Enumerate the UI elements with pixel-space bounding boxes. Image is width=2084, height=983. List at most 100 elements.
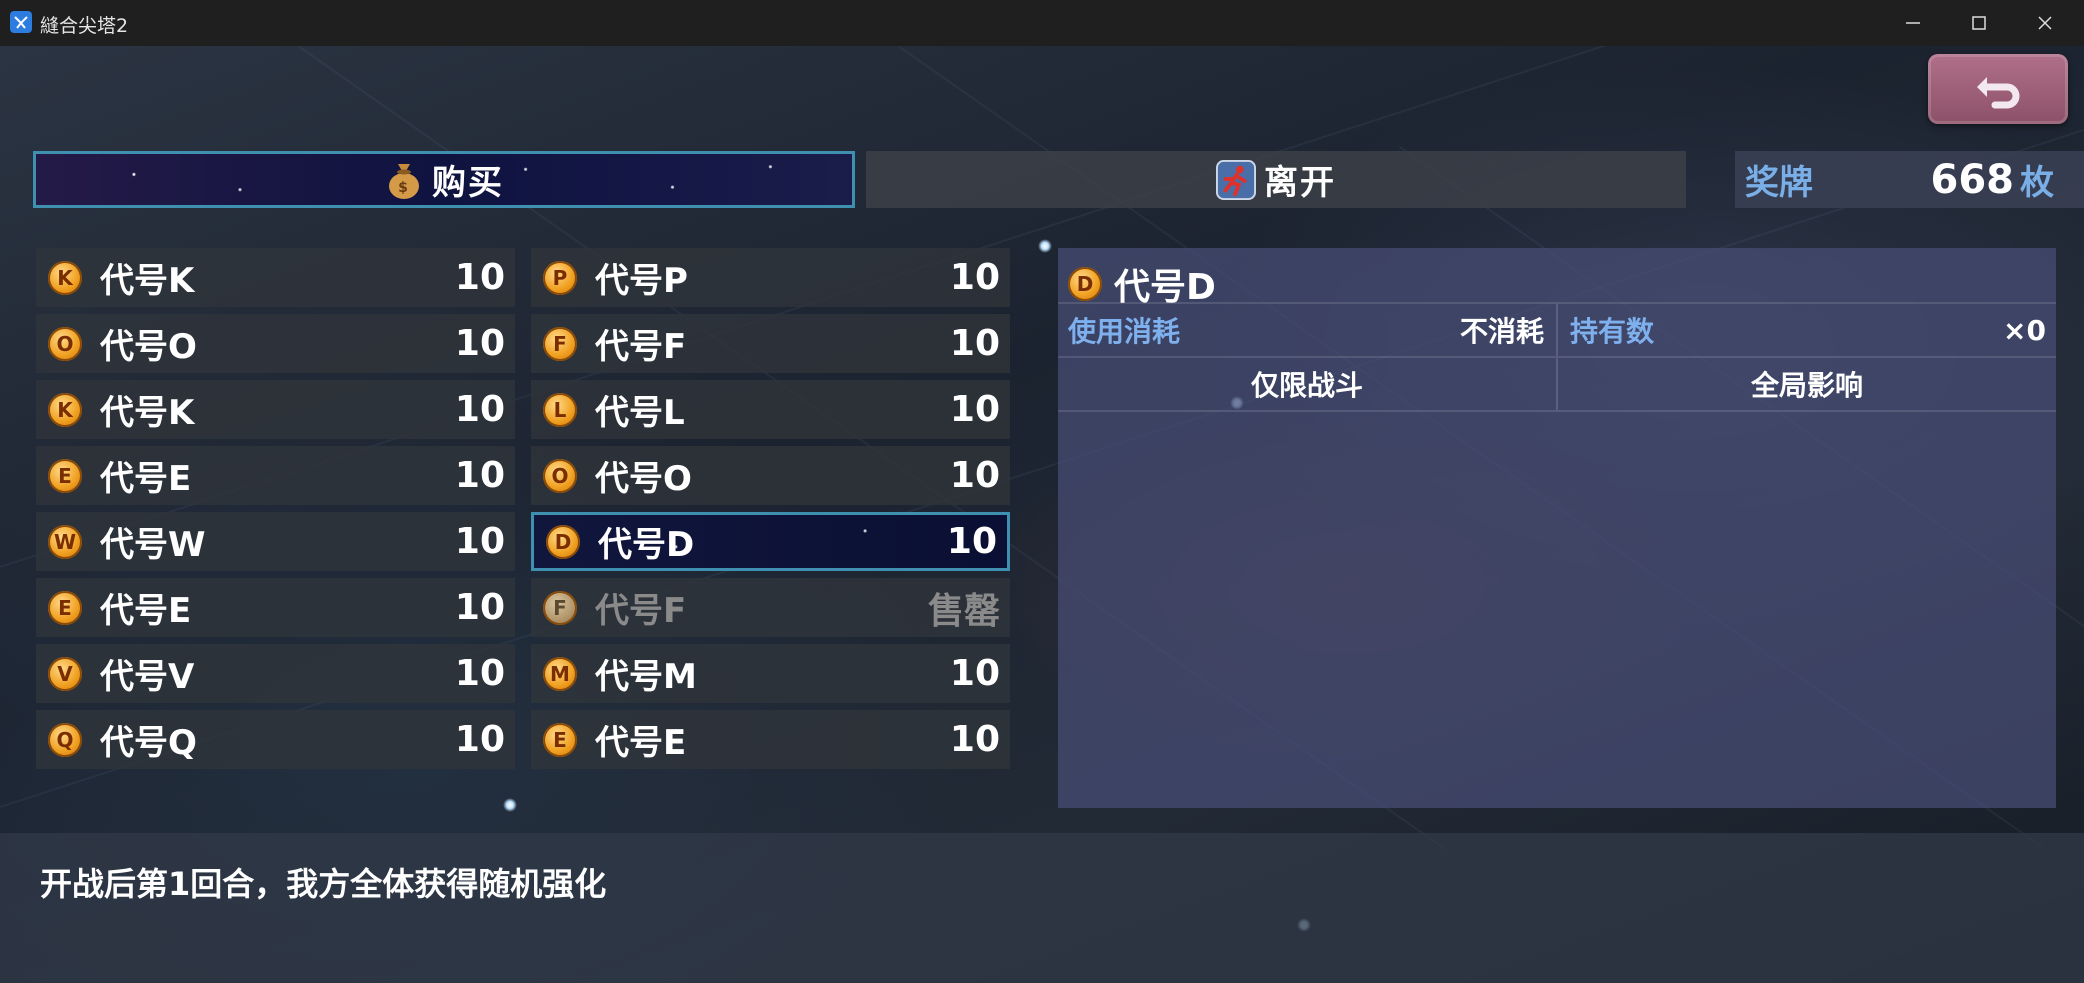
item-price: 10 (949, 455, 1000, 496)
coin-icon: E (48, 590, 82, 625)
shop-item[interactable]: M 代号M 10 (531, 644, 1010, 703)
item-name: 代号O (595, 459, 692, 499)
item-price: 10 (454, 257, 505, 298)
shop-item[interactable]: O 代号O 10 (36, 314, 515, 373)
item-name: 代号E (595, 723, 687, 763)
window-titlebar: 縫合尖塔2 (0, 0, 2084, 46)
coin-icon: O (543, 458, 577, 493)
leave-label: 离开 (1264, 163, 1336, 203)
coin-icon: L (543, 392, 577, 427)
running-man-icon (1216, 159, 1256, 200)
use-cost-value: 不消耗 (1459, 315, 1544, 348)
item-price: 10 (454, 455, 505, 496)
help-text: 开战后第1回合，我方全体获得随机强化 (40, 865, 607, 903)
glow-light (1038, 239, 1052, 253)
coin-icon: O (48, 326, 82, 361)
item-name: 代号W (100, 525, 206, 565)
item-price: 10 (949, 719, 1000, 760)
glow-light (503, 798, 517, 812)
window-title: 縫合尖塔2 (40, 15, 129, 37)
item-name: 代号F (595, 327, 687, 367)
medal-counter: 奖牌 668 枚 (1735, 151, 2084, 208)
shop-item-list: K 代号K 10 P 代号P 10 O 代号O 10 F 代号F 10 K 代号K 10 L 代号L 1… (36, 248, 1014, 774)
shop-item[interactable]: W 代号W 10 (36, 512, 515, 571)
maximize-button[interactable] (1946, 0, 2012, 46)
item-name: 代号E (100, 591, 192, 631)
item-price: 10 (949, 653, 1000, 694)
item-name: 代号Q (100, 723, 197, 763)
leave-command[interactable]: 离开 (866, 151, 1686, 208)
shop-item[interactable]: L 代号L 10 (531, 380, 1010, 439)
item-price: 10 (949, 257, 1000, 298)
owned-value: ×0 (2003, 313, 2046, 347)
app-icon (10, 11, 32, 33)
buy-label: 购买 (432, 163, 504, 203)
item-detail-panel: D 代号D 使用消耗 不消耗 持有数 ×0 仅限战斗 全局影响 (1058, 248, 2056, 808)
item-name: 代号K (100, 261, 195, 301)
item-price: 10 (454, 587, 505, 628)
shop-item[interactable]: E 代号E 10 (531, 710, 1010, 769)
shop-item[interactable]: O 代号O 10 (531, 446, 1010, 505)
minimize-icon (1906, 22, 1920, 24)
scope-text: 仅限战斗 (1250, 369, 1363, 402)
coin-icon: E (543, 722, 577, 757)
owned-label: 持有数 (1570, 315, 1655, 348)
medal-unit: 枚 (2020, 163, 2054, 203)
item-name: 代号D (598, 525, 695, 565)
item-price: 10 (454, 653, 505, 694)
shop-item[interactable]: D 代号D 10 (531, 512, 1010, 571)
return-arrow-icon (1977, 77, 2020, 109)
item-name: 代号E (100, 459, 192, 499)
item-price: 10 (454, 521, 505, 562)
item-name: 代号O (100, 327, 197, 367)
effect-range-text: 全局影响 (1750, 369, 1863, 402)
item-name: 代号L (595, 393, 685, 433)
shop-item[interactable]: F 代号F 售罄 (531, 578, 1010, 637)
close-icon (2038, 16, 2052, 30)
medal-label: 奖牌 (1745, 163, 1813, 203)
item-name: 代号P (595, 261, 688, 301)
close-button[interactable] (2012, 0, 2078, 46)
coin-icon: E (48, 458, 82, 493)
item-name: 代号V (100, 657, 195, 697)
coin-icon: W (48, 524, 82, 559)
back-button[interactable] (1928, 54, 2068, 124)
use-cost-label: 使用消耗 (1068, 315, 1181, 348)
item-name: 代号M (595, 657, 697, 697)
shop-item[interactable]: E 代号E 10 (36, 446, 515, 505)
shop-item[interactable]: K 代号K 10 (36, 248, 515, 307)
money-bag-icon: $ (384, 160, 424, 200)
coin-icon: D (1068, 267, 1102, 301)
buy-command[interactable]: $ 购买 (33, 151, 855, 208)
minimize-button[interactable] (1880, 0, 1946, 46)
help-window: 开战后第1回合，我方全体获得随机强化 (0, 833, 2084, 983)
coin-icon: F (543, 326, 577, 361)
coin-icon: K (48, 392, 82, 427)
coin-icon: Q (48, 722, 82, 757)
medal-value: 668 (1930, 156, 2015, 203)
coin-icon: V (48, 656, 82, 691)
item-price: 10 (946, 521, 997, 562)
item-price: 10 (949, 389, 1000, 430)
item-price: 售罄 (927, 590, 1000, 632)
coin-icon: M (543, 656, 577, 691)
item-price: 10 (454, 389, 505, 430)
item-name: 代号F (595, 591, 687, 631)
detail-row-stats: 使用消耗 不消耗 持有数 ×0 (1058, 302, 2056, 356)
svg-text:$: $ (398, 180, 410, 196)
shop-item[interactable]: P 代号P 10 (531, 248, 1010, 307)
coin-icon: D (546, 524, 580, 559)
shop-item[interactable]: Q 代号Q 10 (36, 710, 515, 769)
shop-item[interactable]: V 代号V 10 (36, 644, 515, 703)
item-price: 10 (454, 323, 505, 364)
item-price: 10 (949, 323, 1000, 364)
shop-item[interactable]: E 代号E 10 (36, 578, 515, 637)
maximize-icon (1972, 16, 1986, 30)
coin-icon: K (48, 260, 82, 295)
item-price: 10 (454, 719, 505, 760)
coin-icon: F (543, 590, 577, 625)
coin-icon: P (543, 260, 577, 295)
item-name: 代号K (100, 393, 195, 433)
shop-item[interactable]: F 代号F 10 (531, 314, 1010, 373)
shop-item[interactable]: K 代号K 10 (36, 380, 515, 439)
